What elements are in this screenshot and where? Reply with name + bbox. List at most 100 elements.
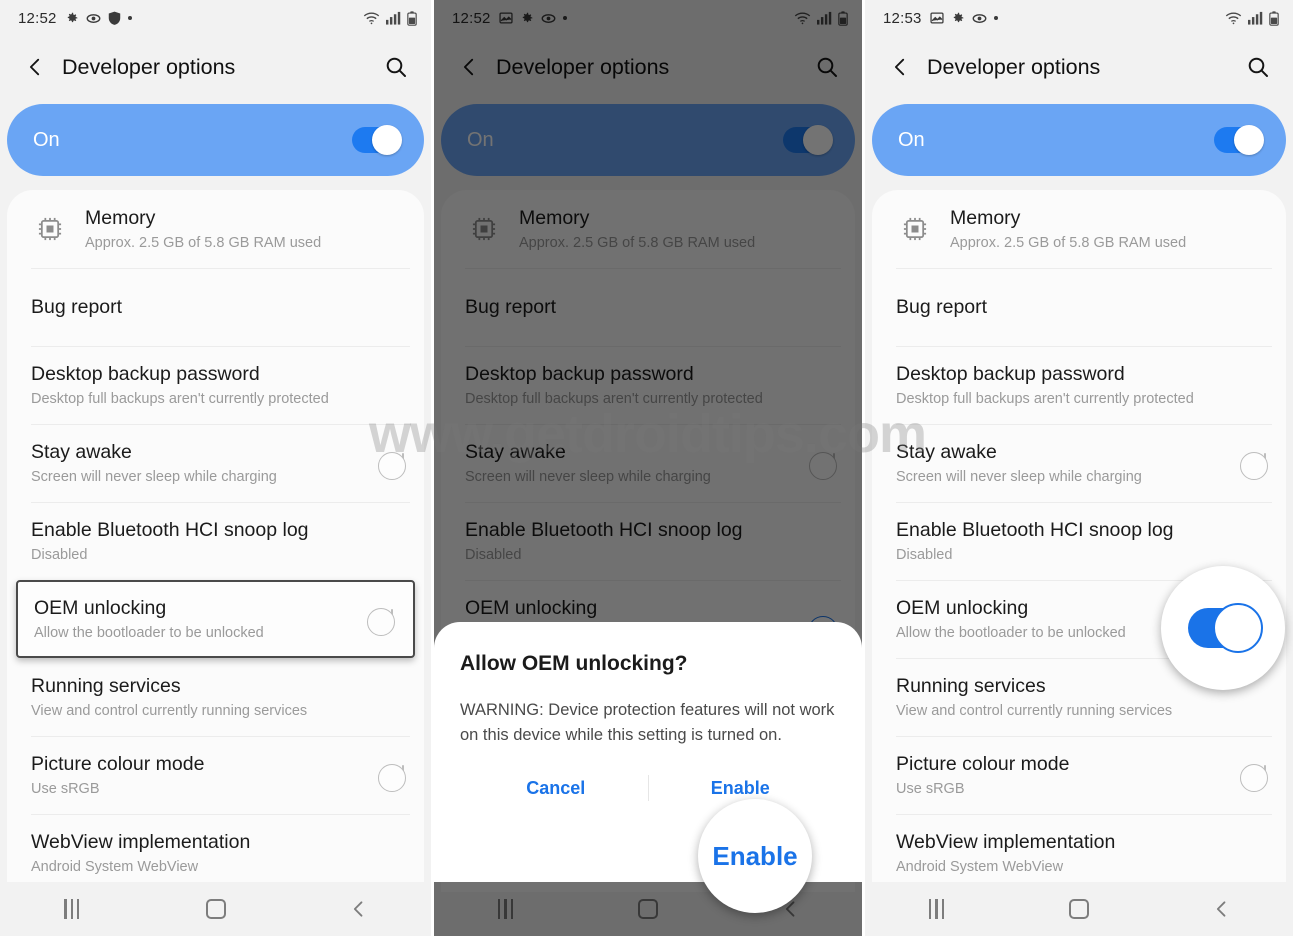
back-button[interactable] [18,50,52,84]
list-item-subtitle: Use sRGB [896,781,965,798]
list-item-title: Memory [85,206,156,229]
list-item-subtitle: Use sRGB [31,781,100,798]
list-item-oem-unlocking[interactable]: OEM unlocking Allow the bootloader to be… [16,580,415,658]
shield-icon [108,11,121,25]
list-item-subtitle: Approx. 2.5 GB of 5.8 GB RAM used [950,235,1187,252]
list-item-text: Memory Approx. 2.5 GB of 5.8 GB RAM used [950,206,1266,253]
list-item-title: WebView implementation [896,830,1116,853]
list-item-subtitle: Disabled [896,547,953,564]
list-item-text: Picture colour mode Use sRGB [31,752,390,799]
cancel-button[interactable]: Cancel [464,770,648,807]
eye-icon [972,13,987,24]
dot-icon [993,16,998,20]
list-item-title: Stay awake [31,440,132,463]
master-switch-label: On [898,128,925,151]
list-item-running-services[interactable]: Running services View and control curren… [7,658,424,736]
magnified-toggle-on[interactable] [1188,603,1263,653]
list-item-text: Memory Approx. 2.5 GB of 5.8 GB RAM used [85,206,404,253]
page-title: Developer options [927,54,1101,79]
home-icon[interactable] [1008,882,1151,936]
list-item-text: Desktop backup password Desktop full bac… [31,362,404,409]
gear-icon [951,11,965,25]
list-item-title: Desktop backup password [896,362,1125,385]
action-bar: Developer options [0,36,431,98]
status-bar-time: 12:52 [18,9,57,27]
recents-icon[interactable] [865,882,1008,936]
list-item-webview-implementation[interactable]: WebView implementation Android System We… [7,814,424,892]
list-item-title: Enable Bluetooth HCI snoop log [896,518,1174,541]
master-switch-toggle[interactable] [1214,125,1264,155]
list-item-stay-awake[interactable]: Stay awake Screen will never sleep while… [872,424,1286,502]
phone-screen-3: 12:53 Developer options On Memory Approx… [862,0,1293,936]
stay-awake-toggle[interactable] [377,451,406,480]
enable-button-magnifier[interactable]: Enable [698,799,812,913]
toggle-knob [1213,603,1263,653]
status-bar-time: 12:53 [883,9,922,27]
list-item-memory[interactable]: Memory Approx. 2.5 GB of 5.8 GB RAM used [7,190,424,268]
list-item-title: WebView implementation [31,830,251,853]
status-bar-notification-icons [929,11,998,25]
status-bar-system-icons [363,10,417,26]
status-bar-system-icons [1225,10,1279,26]
dialog-actions: Cancel Enable [460,770,836,807]
battery-icon [407,10,417,26]
list-item-bluetooth-hci-snoop-log[interactable]: Enable Bluetooth HCI snoop log Disabled [7,502,424,580]
oem-unlocking-toggle[interactable] [366,607,395,636]
list-item-text: WebView implementation Android System We… [896,830,1266,877]
signal-icon [386,11,401,25]
wifi-icon [1225,11,1242,25]
master-switch-toggle[interactable] [352,125,402,155]
eye-icon [86,13,101,24]
search-icon[interactable] [1241,50,1275,84]
list-item-text: Picture colour mode Use sRGB [896,752,1252,799]
list-item-title: Enable Bluetooth HCI snoop log [31,518,309,541]
back-button[interactable] [883,50,917,84]
list-item-desktop-backup-password[interactable]: Desktop backup password Desktop full bac… [872,346,1286,424]
list-item-subtitle: Screen will never sleep while charging [31,469,277,486]
list-item-desktop-backup-password[interactable]: Desktop backup password Desktop full bac… [7,346,424,424]
list-item-webview-implementation[interactable]: WebView implementation Android System We… [872,814,1286,892]
list-item-title: Picture colour mode [896,752,1070,775]
settings-list: Memory Approx. 2.5 GB of 5.8 GB RAM used… [872,190,1286,892]
list-item-text: Stay awake Screen will never sleep while… [896,440,1252,487]
settings-list: Memory Approx. 2.5 GB of 5.8 GB RAM used… [7,190,424,892]
list-item-stay-awake[interactable]: Stay awake Screen will never sleep while… [7,424,424,502]
list-item-bug-report[interactable]: Bug report [872,268,1286,346]
list-item-text: Enable Bluetooth HCI snoop log Disabled [896,518,1266,565]
list-item-subtitle: Screen will never sleep while charging [896,469,1142,486]
navigation-bar [0,882,431,936]
image-icon [929,11,944,25]
status-bar-notification-icons [65,11,132,25]
back-icon[interactable] [1150,882,1293,936]
list-item-title: Running services [31,674,181,697]
picture-colour-mode-toggle[interactable] [377,763,406,792]
list-item-bug-report[interactable]: Bug report [7,268,424,346]
back-icon[interactable] [287,882,431,936]
wifi-icon [363,11,380,25]
stay-awake-toggle[interactable] [1239,451,1268,480]
list-item-picture-colour-mode[interactable]: Picture colour mode Use sRGB [872,736,1286,814]
memory-chip-icon [892,215,938,243]
developer-options-master-switch[interactable]: On [7,104,424,176]
developer-options-master-switch[interactable]: On [872,104,1286,176]
page-title: Developer options [62,54,236,79]
oem-unlocking-toggle-magnifier[interactable] [1161,566,1285,690]
list-item-text: WebView implementation Android System We… [31,830,404,877]
gear-icon [65,11,79,25]
list-item-subtitle: View and control currently running servi… [31,703,308,720]
phone-screen-2: 12:52 Developer options [431,0,862,936]
list-item-text: Bug report [896,295,1266,319]
navigation-bar [865,882,1293,936]
search-icon[interactable] [379,50,413,84]
memory-chip-icon [27,215,73,243]
list-item-memory[interactable]: Memory Approx. 2.5 GB of 5.8 GB RAM used [872,190,1286,268]
status-bar: 12:52 [0,0,431,36]
list-item-title: Desktop backup password [31,362,260,385]
list-item-subtitle: View and control currently running servi… [896,703,1173,720]
home-icon[interactable] [144,882,288,936]
recents-icon[interactable] [0,882,144,936]
list-item-text: Stay awake Screen will never sleep while… [31,440,390,487]
picture-colour-mode-toggle[interactable] [1239,763,1268,792]
list-item-picture-colour-mode[interactable]: Picture colour mode Use sRGB [7,736,424,814]
dialog-title: Allow OEM unlocking? [460,652,688,675]
